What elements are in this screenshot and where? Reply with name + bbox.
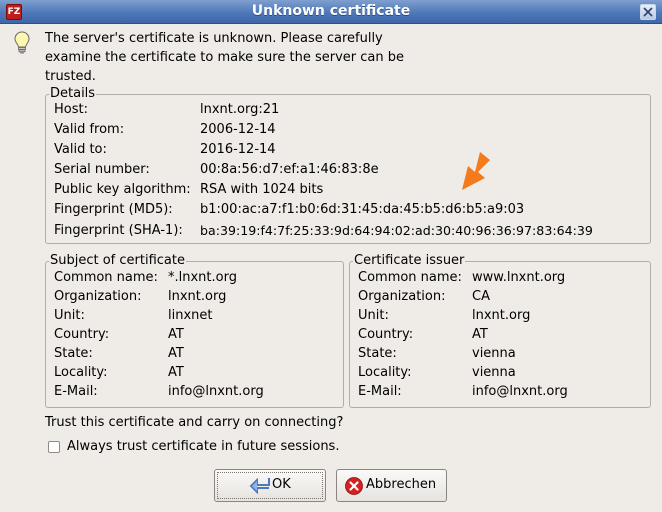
issuer-value-email: info@lnxnt.org xyxy=(472,384,568,399)
issuer-label: State: xyxy=(358,346,397,361)
detail-value-key-algorithm: RSA with 1024 bits xyxy=(200,182,324,197)
close-button[interactable] xyxy=(640,4,656,20)
detail-value-host: lnxnt.org:21 xyxy=(200,102,280,117)
ok-button[interactable]: OK xyxy=(214,469,326,502)
issuer-value-locality: vienna xyxy=(472,365,516,380)
details-legend: Details xyxy=(50,86,96,101)
ok-label: OK xyxy=(272,477,291,492)
subject-label: Organization: xyxy=(54,289,142,304)
subject-value-locality: AT xyxy=(168,365,184,380)
always-trust-label[interactable]: Always trust certificate in future sessi… xyxy=(67,438,339,456)
subject-legend: Subject of certificate xyxy=(50,253,185,268)
issuer-legend: Certificate issuer xyxy=(354,253,465,268)
subject-value-organization: lnxnt.org xyxy=(168,289,227,304)
title-bar[interactable]: FZ Unknown certificate xyxy=(0,0,662,24)
issuer-label: Locality: xyxy=(358,365,412,380)
detail-value-valid-from: 2006-12-14 xyxy=(200,122,276,137)
issuer-value-country: AT xyxy=(472,327,488,342)
subject-value-unit: linxnet xyxy=(168,308,213,323)
subject-value-email: info@lnxnt.org xyxy=(168,384,264,399)
cancel-x-icon xyxy=(345,477,363,495)
issuer-label: Common name: xyxy=(358,270,462,285)
issuer-label: Organization: xyxy=(358,289,446,304)
detail-label: Serial number: xyxy=(54,162,150,177)
subject-value-country: AT xyxy=(168,327,184,342)
detail-value-md5: b1:00:ac:a7:f1:b0:6d:31:45:da:45:b5:d6:b… xyxy=(200,202,525,217)
message-line: The server's certificate is unknown. Ple… xyxy=(45,31,383,46)
subject-label: State: xyxy=(54,346,93,361)
cancel-button[interactable]: Abbrechen xyxy=(336,469,447,502)
detail-value-valid-to: 2016-12-14 xyxy=(200,142,276,157)
detail-label: Public key algorithm: xyxy=(54,182,191,197)
subject-label: Locality: xyxy=(54,365,108,380)
issuer-value-unit: lnxnt.org xyxy=(472,308,531,323)
detail-label: Valid to: xyxy=(54,142,107,157)
subject-label: E-Mail: xyxy=(54,384,98,399)
issuer-value-state: vienna xyxy=(472,346,516,361)
detail-label: Host: xyxy=(54,102,88,117)
always-trust-checkbox[interactable] xyxy=(48,441,60,453)
subject-label: Common name: xyxy=(54,270,158,285)
subject-value-common-name: *.lnxnt.org xyxy=(168,270,237,285)
trust-question: Trust this certificate and carry on conn… xyxy=(45,415,344,430)
certificate-message: The server's certificate is unknown. Ple… xyxy=(45,29,445,86)
detail-label: Fingerprint (MD5): xyxy=(54,202,173,217)
message-line: trusted. xyxy=(45,69,96,84)
subject-value-state: AT xyxy=(168,346,184,361)
close-icon xyxy=(643,7,653,17)
detail-value-serial: 00:8a:56:d7:ef:a1:46:83:8e xyxy=(200,162,379,177)
subject-label: Country: xyxy=(54,327,110,342)
detail-label: Fingerprint (SHA-1): xyxy=(54,223,183,238)
ok-arrow-icon xyxy=(249,477,270,494)
detail-value-sha1: ba:39:19:f4:7f:25:33:9d:64:94:02:ad:30:4… xyxy=(200,223,593,238)
message-line: examine the certificate to make sure the… xyxy=(45,50,404,65)
issuer-value-organization: CA xyxy=(472,289,490,304)
issuer-label: E-Mail: xyxy=(358,384,402,399)
cancel-label: Abbrechen xyxy=(366,477,437,492)
issuer-label: Country: xyxy=(358,327,414,342)
issuer-label: Unit: xyxy=(358,308,389,323)
issuer-value-common-name: www.lnxnt.org xyxy=(472,270,566,285)
orange-arrow-icon xyxy=(462,152,490,190)
detail-label: Valid from: xyxy=(54,122,125,137)
lightbulb-icon xyxy=(14,31,30,54)
subject-label: Unit: xyxy=(54,308,85,323)
window-title: Unknown certificate xyxy=(251,3,411,19)
